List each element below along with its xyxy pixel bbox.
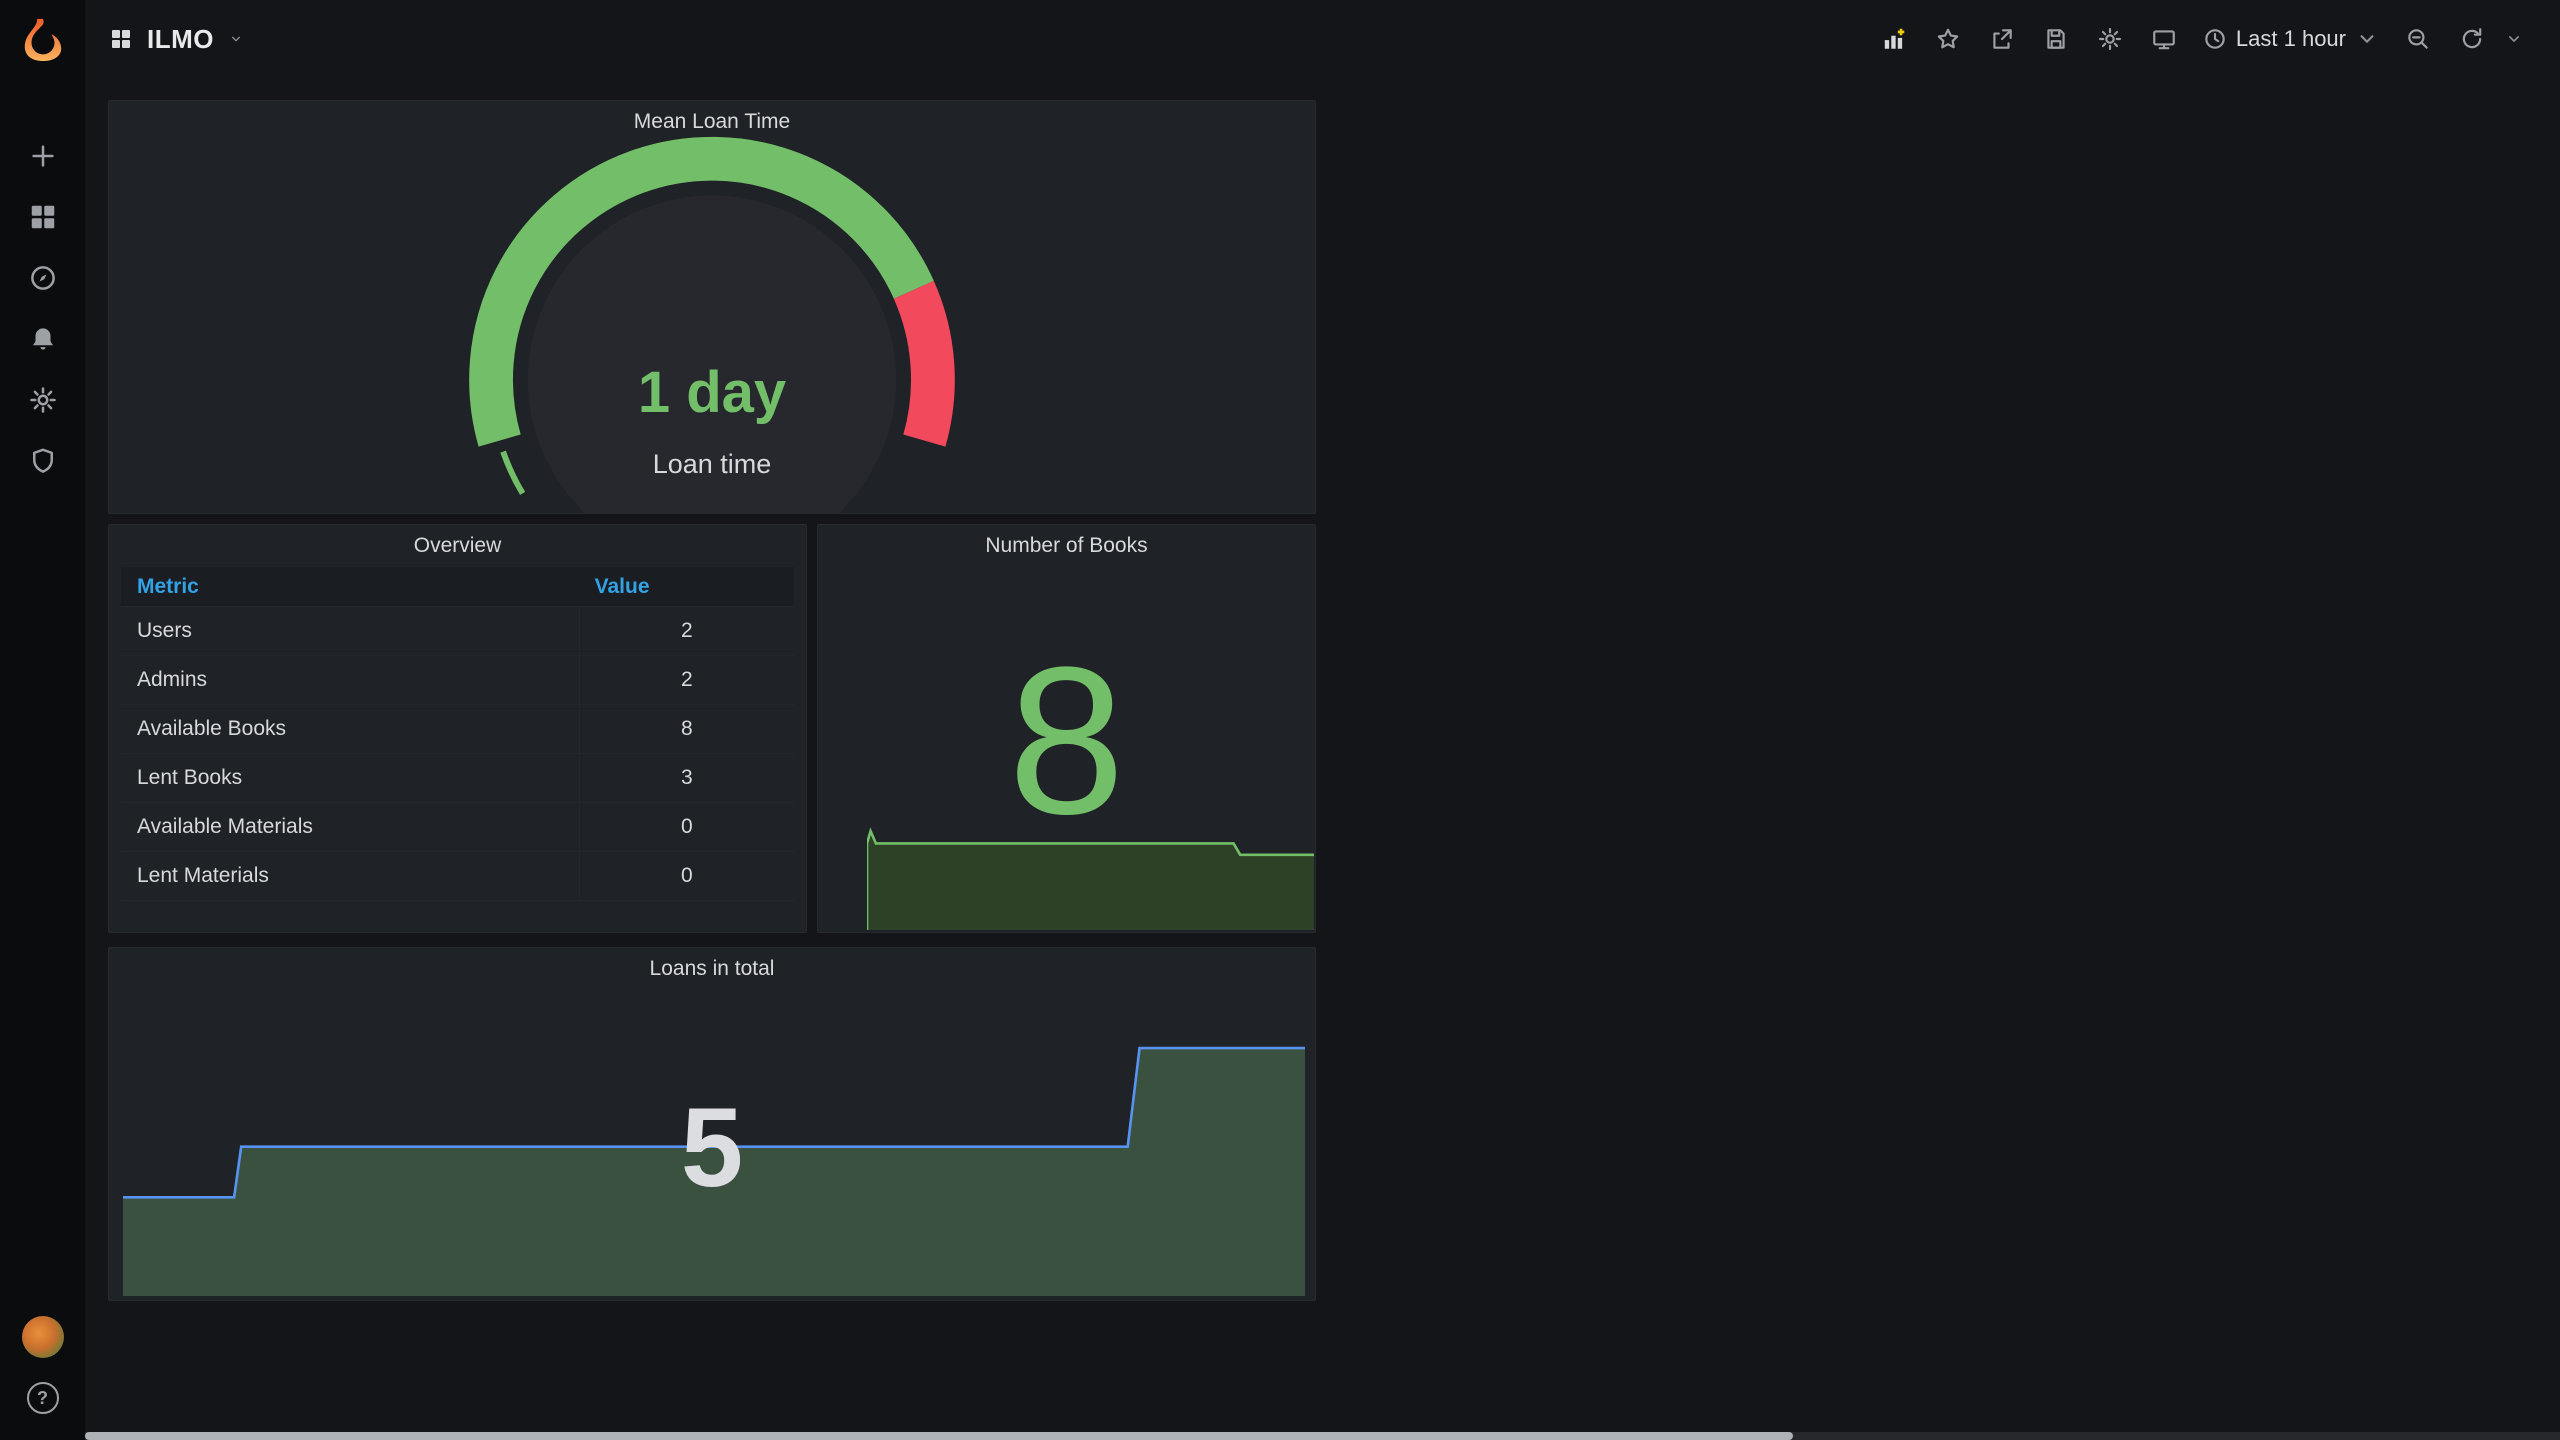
refresh-icon (2462, 28, 2482, 49)
value-cell: 0 (578, 852, 794, 900)
table-row: Lent Materials 0 (121, 852, 794, 901)
value-cell: 3 (578, 754, 794, 802)
metric-cell: Available Books (137, 717, 287, 740)
column-header-metric[interactable]: Metric (121, 575, 579, 599)
grafana-flame-icon (24, 18, 61, 62)
save-button[interactable] (2034, 17, 2078, 61)
dashboard-title: ILMO (147, 23, 214, 54)
panel-title[interactable]: Number of Books (818, 525, 1315, 567)
gear-icon (29, 387, 56, 413)
panel-loans-in-total: Loans in total 5 (108, 947, 1316, 1301)
navbar-actions: Last 1 hour (1872, 17, 2536, 61)
bar-chart-plus-icon (1884, 28, 1905, 49)
sidebar-item-create[interactable] (21, 140, 65, 172)
overview-table-rows: Users 2 Admins 2 Available Books 8 Lent Books 3… (121, 607, 794, 901)
panel-overview: Overview Metric Value Users 2 Admins 2 Avail… (108, 524, 807, 933)
dashboard-settings-button[interactable] (2088, 17, 2132, 61)
panel-title[interactable]: Overview (109, 525, 806, 567)
panel-number-of-books: Number of Books 8 (817, 524, 1316, 933)
table-row: Admins 2 (121, 656, 794, 705)
refresh-button[interactable] (2450, 17, 2494, 61)
column-header-value[interactable]: Value (579, 575, 794, 599)
main-area: ILMO Last 1 hour Mean Loan Time 1 day Lo… (85, 0, 2560, 1440)
grafana-logo[interactable] (0, 0, 85, 78)
sidebar-bottom: ? (21, 1316, 64, 1440)
monitor-icon (2153, 30, 2175, 50)
caret-down-icon (2509, 36, 2519, 42)
time-range-picker[interactable]: Last 1 hour (2196, 17, 2386, 61)
panel-title[interactable]: Loans in total (109, 948, 1315, 990)
compass-icon (30, 266, 55, 290)
horizontal-scrollbar[interactable] (85, 1432, 2560, 1440)
add-panel-button[interactable] (1872, 17, 1916, 61)
save-icon (2047, 29, 2065, 49)
sidebar-item-alerting[interactable] (21, 323, 65, 355)
metric-cell: Available Materials (137, 815, 313, 838)
squares-grid-icon (31, 205, 54, 229)
grafana-app: ? ILMO Last 1 hour Mean Loan Time 1 day … (0, 0, 2560, 1440)
table-row: Lent Books 3 (121, 754, 794, 803)
value-cell: 0 (578, 803, 794, 851)
gear-icon (2098, 27, 2121, 51)
star-icon (1937, 28, 1959, 49)
sidebar-item-server-admin[interactable] (21, 445, 65, 477)
share-button[interactable] (1980, 17, 2024, 61)
user-avatar[interactable] (21, 1316, 64, 1358)
value-cell: 2 (578, 607, 794, 655)
table-row: Users 2 (121, 607, 794, 656)
sidebar-item-explore[interactable] (21, 262, 65, 294)
table-row: Available Materials 0 (121, 803, 794, 852)
stat-value-loans: 5 (680, 1085, 744, 1210)
scrollbar-thumb[interactable] (85, 1432, 1793, 1440)
bell-icon (32, 328, 53, 350)
metric-cell: Users (137, 619, 192, 642)
value-cell: 2 (578, 656, 794, 704)
navbar: ILMO Last 1 hour (85, 0, 2560, 78)
zoom-out-button[interactable] (2396, 17, 2440, 61)
caret-down-icon (2360, 35, 2374, 43)
sidebar-item-configuration[interactable] (21, 384, 65, 416)
metric-cell: Lent Books (137, 766, 243, 789)
caret-down-icon (232, 36, 240, 42)
sidebar-nav (21, 140, 65, 477)
magnifier-minus-icon (2408, 29, 2428, 49)
gauge-metric-label: Loan time (652, 449, 772, 479)
star-button[interactable] (1926, 17, 1970, 61)
tv-mode-button[interactable] (2142, 17, 2186, 61)
time-range-label: Last 1 hour (2235, 26, 2346, 51)
value-cell: 8 (578, 705, 794, 753)
dashboard-grid: Mean Loan Time 1 day Loan time Overview … (85, 78, 2560, 1440)
panel-mean-loan-time: Mean Loan Time 1 day Loan time (108, 100, 1316, 514)
panel-title[interactable]: Mean Loan Time (109, 101, 1315, 143)
sidebar: ? (0, 0, 85, 1440)
shield-icon (32, 448, 53, 473)
dashboard-grid-icon (112, 30, 130, 48)
stat-value-books: 8 (1008, 623, 1125, 858)
table-header: Metric Value (121, 567, 794, 607)
plus-icon (31, 145, 54, 167)
metric-cell: Admins (137, 668, 208, 691)
gauge-value: 1 day (637, 360, 787, 425)
share-icon (1993, 29, 2012, 49)
refresh-interval-dropdown[interactable] (2492, 17, 2536, 61)
overview-table: Metric Value Users 2 Admins 2 Available Book… (121, 567, 794, 901)
dashboard-picker[interactable]: ILMO (109, 24, 244, 55)
help-icon[interactable]: ? (26, 1382, 59, 1414)
clock-icon (2205, 29, 2225, 49)
table-row: Available Books 8 (121, 705, 794, 754)
metric-cell: Lent Materials (137, 864, 269, 887)
sidebar-item-dashboards[interactable] (21, 201, 65, 233)
